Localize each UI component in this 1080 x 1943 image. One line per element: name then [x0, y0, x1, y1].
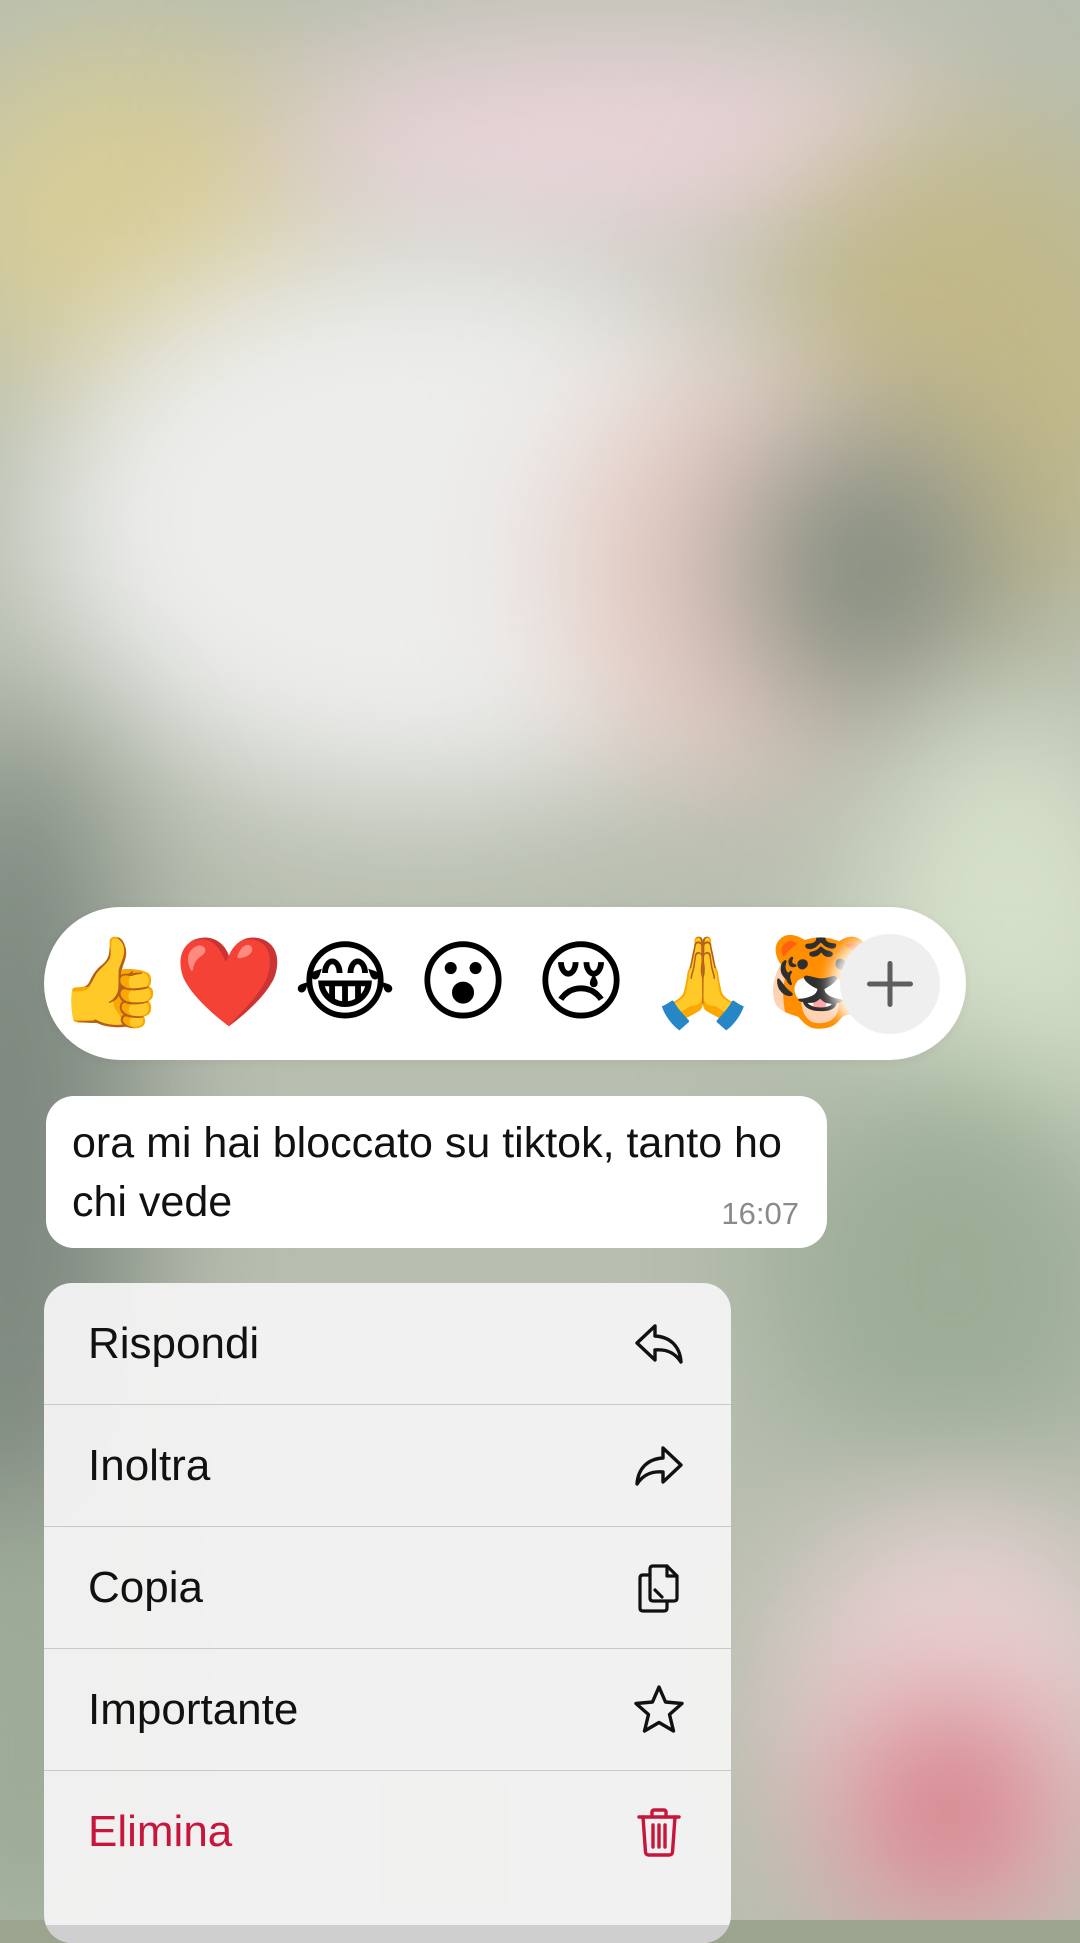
reaction-bar: 👍 ❤️ 😂 😮 😢 🙏 🐯 [44, 907, 966, 1060]
message-text: ora mi hai bloccato su tiktok, tanto ho … [72, 1119, 782, 1226]
astonished-face-reaction[interactable]: 😮 [411, 927, 515, 1037]
more-reactions-plus-icon[interactable] [840, 934, 940, 1034]
menu-item-label: Inoltra [88, 1441, 211, 1490]
message-context-menu: Rispondi Inoltra Copia Importante Elimin… [44, 1283, 731, 1943]
message-bubble: ora mi hai bloccato su tiktok, tanto ho … [46, 1096, 827, 1248]
message-timestamp: 16:07 [721, 1196, 799, 1231]
face-with-tears-of-joy-reaction[interactable]: 😂 [293, 927, 397, 1037]
menu-item-label: Elimina [88, 1807, 233, 1856]
menu-item-elimina[interactable]: Elimina [44, 1771, 731, 1893]
menu-item-label: Rispondi [88, 1319, 260, 1368]
reply-icon [635, 1324, 683, 1364]
crying-face-reaction[interactable]: 😢 [529, 927, 633, 1037]
menu-item-rispondi[interactable]: Rispondi [44, 1283, 731, 1405]
menu-item-label: Importante [88, 1685, 299, 1734]
folded-hands-reaction[interactable]: 🙏 [648, 927, 758, 1037]
copy-icon [638, 1564, 679, 1613]
menu-item-label: Copia [88, 1563, 203, 1612]
menu-footer-divider [44, 1925, 731, 1943]
menu-item-inoltra[interactable]: Inoltra [44, 1405, 731, 1527]
forward-icon [635, 1446, 683, 1486]
menu-item-copia[interactable]: Copia [44, 1527, 731, 1649]
red-heart-reaction[interactable]: ❤️ [174, 927, 284, 1037]
thumbs-up-reaction[interactable]: 👍 [56, 927, 166, 1037]
menu-item-importante[interactable]: Importante [44, 1649, 731, 1771]
star-icon [634, 1685, 684, 1733]
trash-icon [637, 1808, 681, 1857]
